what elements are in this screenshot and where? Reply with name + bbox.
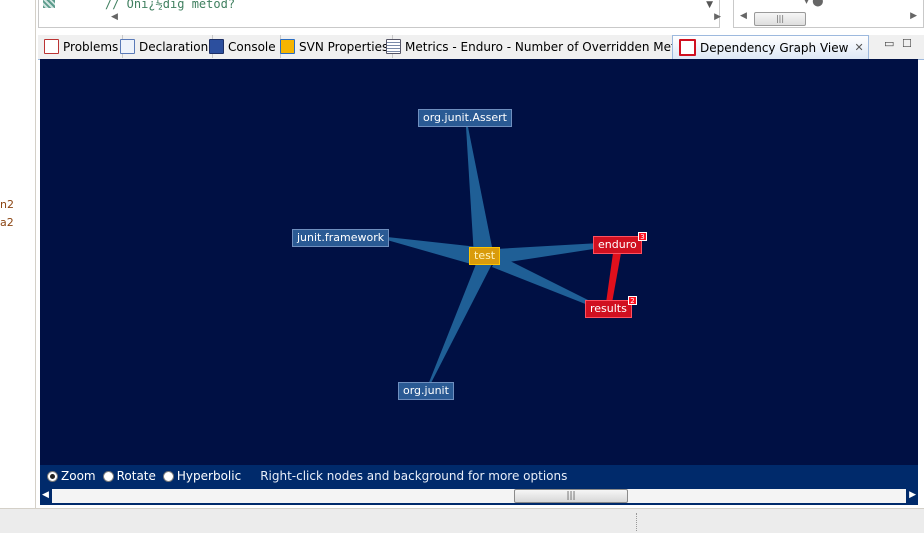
svn-properties-icon [280,39,295,54]
tab-dependency-graph-view[interactable]: Dependency Graph View ✕ [672,35,869,59]
scroll-down-arrow-icon[interactable]: ▼ [706,0,713,10]
zoom-radio-indicator[interactable] [47,470,58,482]
node-results[interactable]: results [585,300,632,318]
tab-label: Console [228,39,276,54]
scroll-left-arrow-icon[interactable]: ◀ [111,12,118,22]
status-separator [636,513,638,531]
node-org-junit[interactable]: org.junit [398,382,454,400]
rotate-radio-indicator[interactable] [102,470,114,482]
rotate-radio[interactable]: Rotate [102,469,156,483]
results-count-badge: 2 [628,296,637,305]
edge-enduro-results [606,253,621,303]
zoom-label: Zoom [61,469,96,483]
status-bar [0,508,924,533]
tab-label: Declaration [139,39,209,54]
tab-label: SVN Properties [299,39,389,54]
maximize-icon[interactable]: ☐ [902,37,912,50]
hyperbolic-radio[interactable]: Hyperbolic [162,469,242,483]
dependency-graph-icon [679,39,696,56]
graph-horizontal-scrollbar[interactable]: ◀ ||| ▶ [40,487,918,505]
hyperbolic-radio-indicator[interactable] [162,470,174,482]
edge-test-assert [466,127,494,257]
node-test[interactable]: test [469,247,501,265]
tab-declaration[interactable]: Declaration [114,35,214,58]
code-editor[interactable]: // Oni¿½dig metod? ▼ ◀ ▶ [38,0,721,28]
tab-metrics[interactable]: Metrics - Enduro - Number of Overridden … [380,35,704,58]
outline-partial-text: ▾ ⬤ [804,0,824,7]
scroll-thumb[interactable]: ||| [514,489,628,503]
node-enduro[interactable]: enduro [593,236,642,254]
console-icon [209,39,224,54]
outline-scroll-thumb[interactable]: ||| [754,12,806,26]
left-label-2: a2 [0,216,14,229]
tab-label: Metrics - Enduro - Number of Overridden … [405,39,699,54]
minimize-icon[interactable]: ▭ [884,37,894,50]
left-editor-strip: n2 a2 [0,0,36,508]
scroll-track[interactable] [52,489,906,503]
editor-horizontal-scrollbar[interactable]: ◀ ▶ [111,12,721,24]
scroll-right-arrow-icon[interactable]: ▶ [909,490,916,500]
tab-console[interactable]: Console [203,35,281,58]
tab-label: Dependency Graph View [700,40,849,55]
tab-svn-properties[interactable]: SVN Properties [274,35,394,58]
declaration-icon [120,39,135,54]
scroll-left-arrow-icon[interactable]: ◀ [740,11,747,21]
editor-gutter-marker [43,0,55,8]
enduro-count-badge: 3 [638,232,647,241]
metrics-icon [386,39,401,54]
tab-label: Problems [63,39,119,54]
scroll-right-arrow-icon[interactable]: ▶ [910,11,917,21]
problems-icon [44,39,59,54]
node-org-junit-assert[interactable]: org.junit.Assert [418,109,512,127]
view-tab-bar: Problems Declaration Console SVN Propert… [38,35,924,60]
scroll-left-arrow-icon[interactable]: ◀ [42,490,49,500]
edge-test-framework [387,237,478,266]
graph-controls-bar: Zoom Rotate Hyperbolic Right-click nodes… [40,465,918,487]
scroll-right-arrow-icon[interactable]: ▶ [714,12,721,22]
rotate-label: Rotate [116,469,156,483]
tab-problems[interactable]: Problems [38,35,124,58]
node-junit-framework[interactable]: junit.framework [292,229,390,247]
edge-test-enduro [496,243,600,264]
outline-panel: ▾ ⬤ ◀ ||| ▶ [733,0,924,28]
edge-test-junit [428,264,492,385]
close-icon[interactable]: ✕ [854,41,863,54]
left-label-1: n2 [0,198,14,211]
zoom-radio[interactable]: Zoom [47,469,96,483]
dependency-graph-canvas[interactable]: org.junit.Assert junit.framework test en… [40,59,918,465]
hyperbolic-label: Hyperbolic [176,469,242,483]
code-line: // Oni¿½dig metod? [105,0,236,11]
edge-test-results [492,255,590,305]
graph-hint-text: Right-click nodes and background for mor… [260,469,568,483]
